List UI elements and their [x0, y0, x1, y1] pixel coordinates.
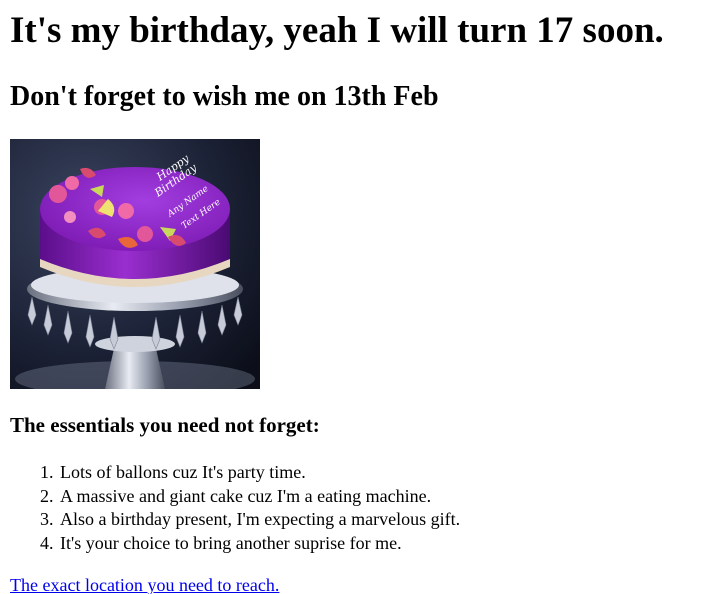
list-item-text: Lots of ballons cuz It's party time.: [60, 462, 306, 482]
location-link[interactable]: The exact location you need to reach.: [10, 575, 279, 594]
list-item-number: 2.: [40, 485, 54, 506]
list-item-number: 1.: [40, 462, 54, 482]
list-item-text: It's your choice to bring another supris…: [60, 532, 402, 553]
list-item: 4. It's your choice to bring another supr…: [40, 532, 460, 556]
location-link-part2: you need to reach.: [147, 575, 280, 594]
location-link-line: The exact location you need to reach.: [10, 573, 279, 594]
location-link-part1: The exact location: [10, 575, 143, 594]
page-title: It's my birthday, yeah I will turn 17 so…: [10, 10, 664, 51]
list-item-text: A massive and giant cake cuz I'm a eatin…: [60, 485, 432, 506]
list-item-text: Also a birthday present, I'm expecting a…: [60, 509, 461, 529]
birthday-cake-image: Happy Birthday Any Name Text Here: [10, 139, 260, 389]
list-item: 2. A massive and giant cake cuz I'm a eat…: [40, 485, 460, 509]
essentials-title: The essentials you need not forget:: [10, 413, 320, 437]
page-subtitle: Don't forget to wish me on 13th Feb: [10, 81, 439, 112]
list-item: 3. Also a birthday present, I'm expecting…: [40, 508, 461, 532]
list-item: 1. Lots of ballons cuz It's party time.: [40, 461, 460, 485]
list-item-number: 4.: [40, 532, 54, 553]
list-item-number: 3.: [40, 509, 54, 529]
essentials-list: 1. Lots of ballons cuz It's party time. 2…: [20, 461, 460, 555]
